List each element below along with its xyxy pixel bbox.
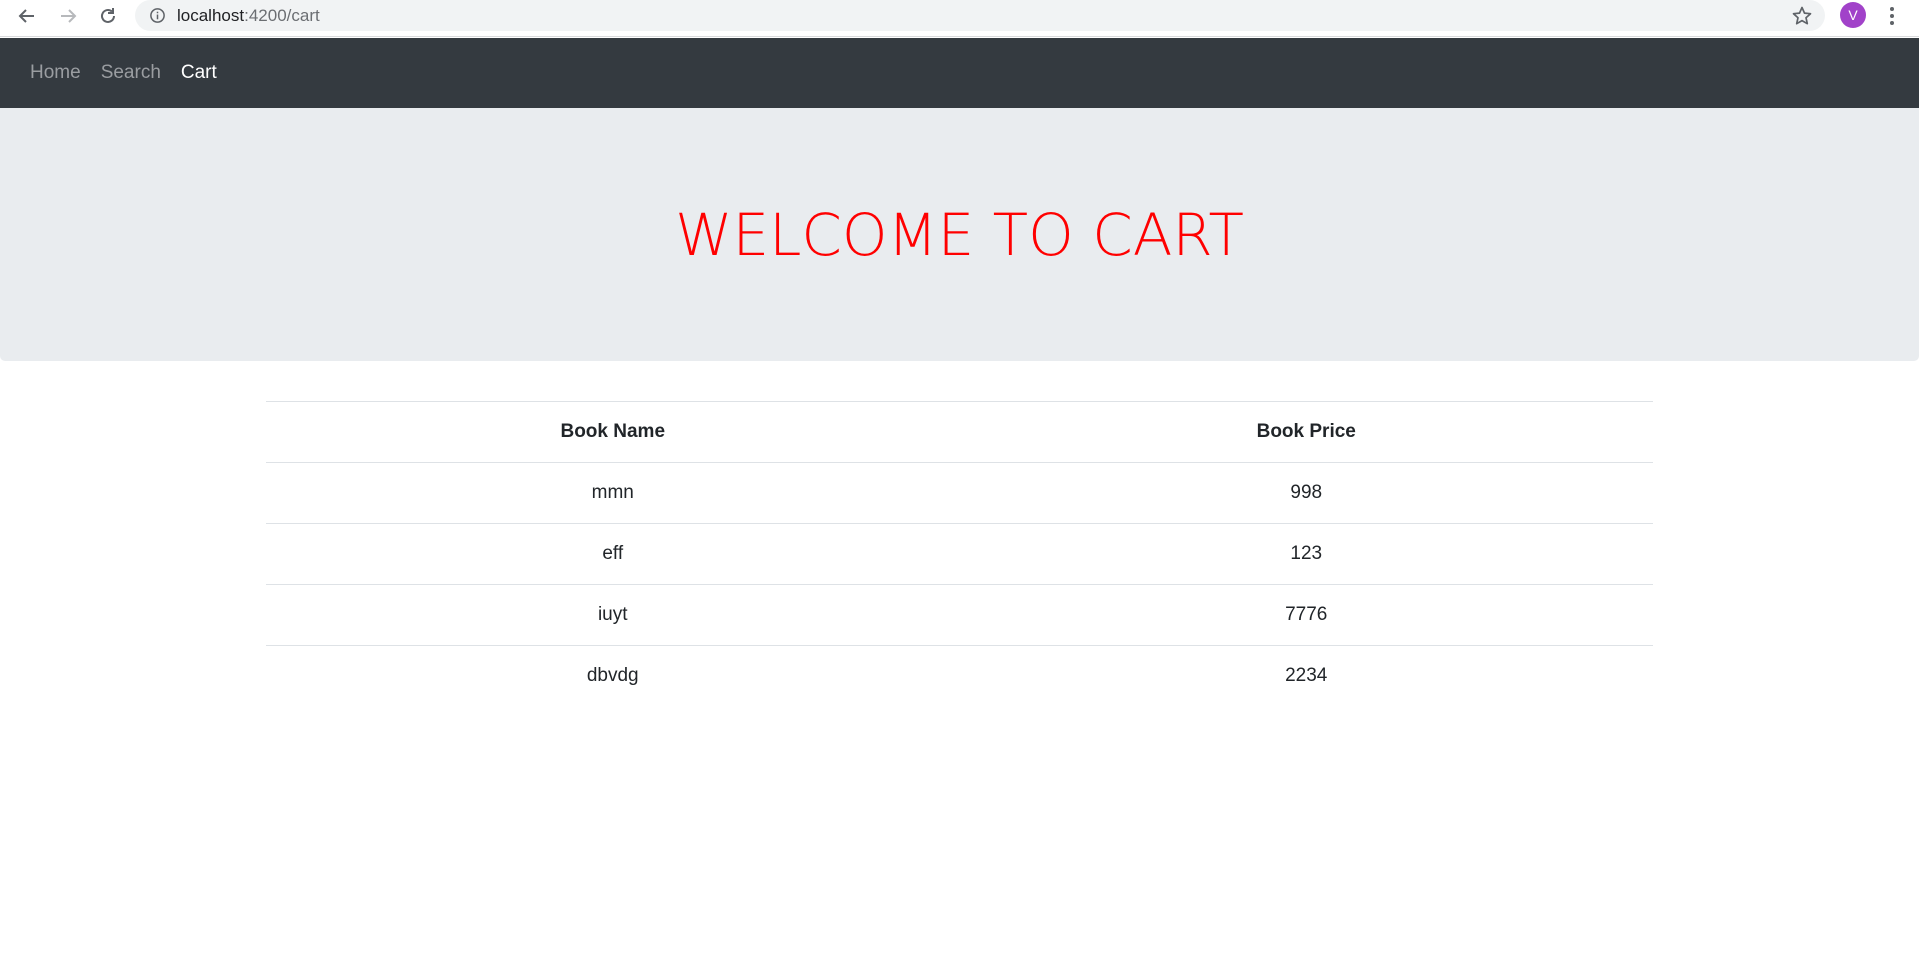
nav-link-home[interactable]: Home xyxy=(30,62,81,84)
table-row: iuyt 7776 xyxy=(266,584,1653,646)
back-icon xyxy=(18,9,34,23)
forward-icon xyxy=(61,9,77,23)
table-header-row: Book Name Book Price xyxy=(266,401,1653,463)
book-name-cell: mmn xyxy=(266,462,960,524)
cart-table: Book Name Book Price mmn 998 eff 123 iuy… xyxy=(266,401,1653,707)
url-text[interactable]: localhost:4200/cart xyxy=(177,6,320,26)
info-icon[interactable] xyxy=(149,7,166,24)
book-name-cell: dbvdg xyxy=(266,645,960,707)
book-price-cell: 7776 xyxy=(959,584,1653,646)
book-name-cell: eff xyxy=(266,523,960,585)
nav-link-search[interactable]: Search xyxy=(101,62,161,84)
book-name-cell: iuyt xyxy=(266,584,960,646)
profile-avatar[interactable]: V xyxy=(1840,2,1866,28)
address-bar[interactable]: localhost:4200/cart xyxy=(135,0,1825,31)
main-navbar: Home Search Cart xyxy=(0,38,1919,108)
url-host: localhost xyxy=(177,6,245,25)
nav-link-cart[interactable]: Cart xyxy=(181,62,217,84)
table-row: mmn 998 xyxy=(266,462,1653,524)
header-book-name: Book Name xyxy=(266,401,960,463)
header-book-price: Book Price xyxy=(959,401,1653,463)
forward-button[interactable] xyxy=(54,2,82,30)
menu-dots-icon[interactable] xyxy=(1880,3,1904,29)
reload-icon xyxy=(101,8,115,23)
page-title: WELCOME TO CART xyxy=(675,200,1244,269)
table-row: eff 123 xyxy=(266,523,1653,585)
url-path: :4200/cart xyxy=(244,6,320,25)
welcome-banner: WELCOME TO CART xyxy=(0,108,1919,361)
table-row: dbvdg 2234 xyxy=(266,645,1653,707)
book-price-cell: 998 xyxy=(959,462,1653,524)
book-price-cell: 123 xyxy=(959,523,1653,585)
star-icon[interactable] xyxy=(1790,4,1814,28)
back-button[interactable] xyxy=(13,2,41,30)
browser-toolbar: localhost:4200/cart V xyxy=(0,0,1919,37)
book-price-cell: 2234 xyxy=(959,645,1653,707)
reload-button[interactable] xyxy=(94,2,122,30)
